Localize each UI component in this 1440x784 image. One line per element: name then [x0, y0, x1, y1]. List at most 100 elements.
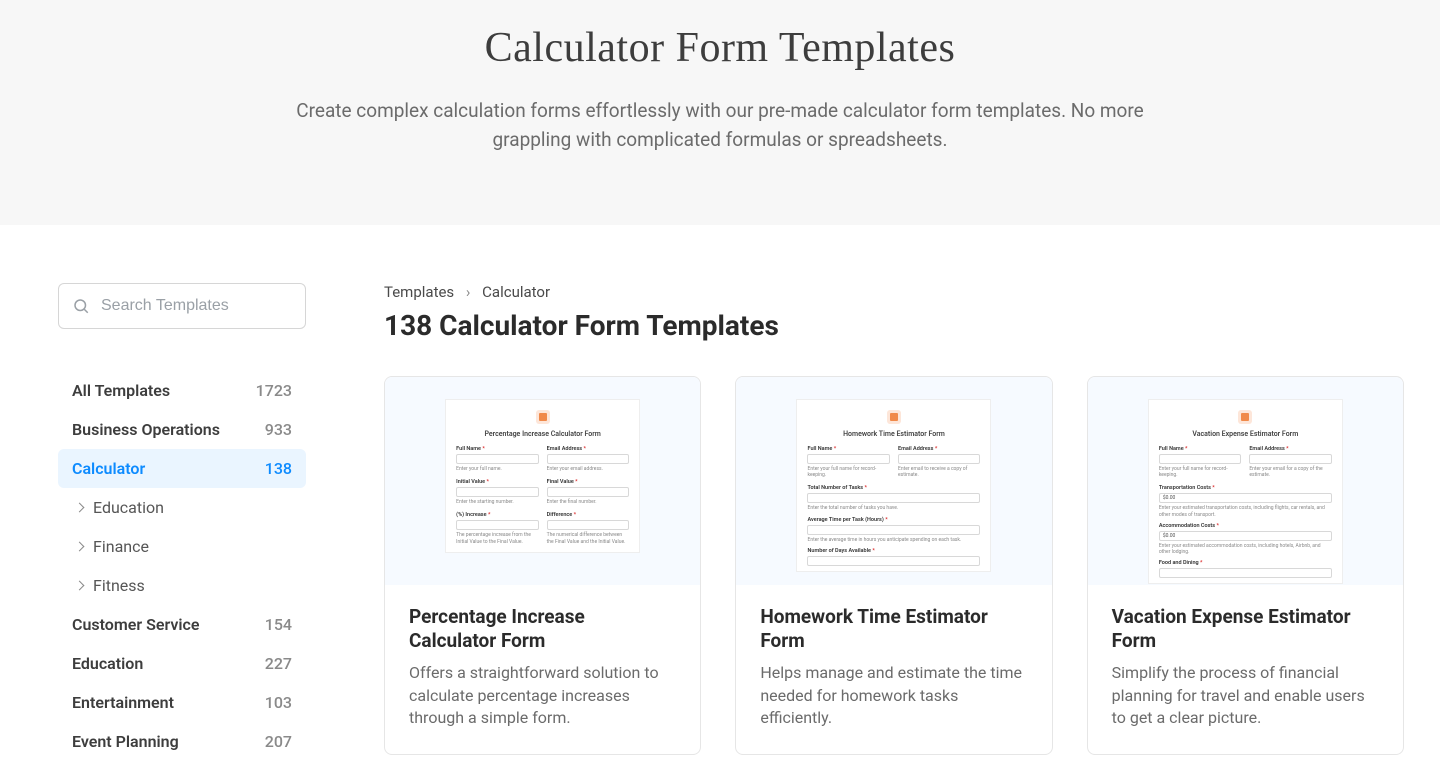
- miniform-title: Percentage Increase Calculator Form: [456, 430, 629, 438]
- sidebar-subitem-label: Education: [93, 498, 164, 517]
- miniform-hint: Enter the total number of tasks you have…: [807, 505, 980, 511]
- sidebar-item-calculator[interactable]: Calculator138: [58, 449, 306, 488]
- miniform-field: Average Time per Task (Hours) Enter the a…: [807, 517, 980, 543]
- sidebar-subitem-label: Finance: [93, 537, 149, 556]
- miniform-field: Email Address Enter your email address.: [547, 446, 630, 477]
- sidebar-item-count: 933: [265, 420, 292, 439]
- miniform-hint: Enter your email address.: [547, 466, 630, 472]
- miniform-hint: Enter the final number.: [547, 499, 630, 505]
- miniform-label: Average Time per Task (Hours): [807, 517, 980, 523]
- card-title: Homework Time Estimator Form: [760, 605, 1027, 653]
- breadcrumb-current: Calculator: [482, 283, 550, 301]
- miniform-input: [898, 454, 981, 464]
- miniform-row: (%) IncreaseThe percentage increase from…: [456, 512, 629, 550]
- breadcrumb: Templates › Calculator: [384, 283, 1404, 301]
- sidebar-item-education[interactable]: Education227: [58, 644, 306, 683]
- card-description: Offers a straightforward solution to cal…: [409, 662, 676, 729]
- sidebar-item-count: 103: [265, 693, 292, 712]
- miniform: Vacation Expense Estimator Form Full Name…: [1148, 399, 1343, 585]
- miniform-label: Final Value: [547, 479, 630, 485]
- category-list: All Templates1723 Business Operations 933 C…: [58, 371, 306, 761]
- miniform-label: Email Address: [898, 446, 981, 452]
- sidebar-item-count: 1723: [256, 381, 292, 400]
- miniform-field: Full Name Enter your full name for record…: [807, 446, 890, 484]
- miniform-label: Email Address: [547, 446, 630, 452]
- sidebar-item-customer-service[interactable]: Customer Service154: [58, 605, 306, 644]
- miniform-field: Accommodation Costs$0.00Enter your estim…: [1159, 523, 1332, 556]
- miniform: Homework Time Estimator Form Full Name Ent…: [796, 399, 991, 572]
- miniform-field: Email Address Enter your email for a copy…: [1249, 446, 1332, 484]
- miniform-input: [807, 493, 980, 503]
- card-preview: Percentage Increase Calculator Form Full …: [385, 377, 700, 585]
- miniform-input: $0.00: [1159, 493, 1332, 503]
- template-card[interactable]: Homework Time Estimator Form Full Name Ent…: [735, 376, 1052, 755]
- miniform-label: Email Address: [1249, 446, 1332, 452]
- card-description: Helps manage and estimate the time neede…: [760, 662, 1027, 729]
- calculator-icon: [887, 410, 901, 424]
- miniform-input: [547, 487, 630, 497]
- miniform-hint: Enter email to receive a copy of estimat…: [898, 466, 981, 479]
- miniform-input: [456, 487, 539, 497]
- chevron-right-icon: [75, 580, 85, 590]
- miniform-row: Initial ValueEnter the starting number.F…: [456, 479, 629, 510]
- miniform-label: Number of Days Available: [807, 548, 980, 554]
- miniform-field: (%) IncreaseThe percentage increase from…: [456, 512, 539, 550]
- miniform-label: Total Number of Tasks: [807, 485, 980, 491]
- miniform-input: [547, 454, 630, 464]
- sidebar-item-event-planning[interactable]: Event Planning207: [58, 722, 306, 761]
- miniform-field: Full NameEnter your full name.: [456, 446, 539, 477]
- miniform-hint: Enter your full name for record-keeping.: [807, 466, 890, 479]
- miniform-field: Total Number of Tasks Enter the total num…: [807, 485, 980, 511]
- miniform-hint: Enter your estimated transportation cost…: [1159, 505, 1332, 518]
- sidebar-item-business-operations[interactable]: Business Operations 933: [58, 410, 306, 449]
- miniform-title: Homework Time Estimator Form: [807, 430, 980, 438]
- miniform-field: Food and Dining: [1159, 560, 1332, 578]
- miniform-row: Full NameEnter your full name. Email Addr…: [456, 446, 629, 477]
- breadcrumb-root[interactable]: Templates: [384, 283, 454, 301]
- miniform-label: Difference: [547, 512, 630, 518]
- page-title: Calculator Form Templates: [40, 24, 1400, 72]
- miniform-input: [456, 520, 539, 530]
- miniform-hint: Enter your email for a copy of the estim…: [1249, 466, 1332, 479]
- miniform-field: Transportation Costs $0.00 Enter your esti…: [1159, 485, 1332, 518]
- miniform-hint: Enter your estimated accommodation costs…: [1159, 543, 1332, 556]
- sidebar-item-count: 138: [265, 459, 292, 478]
- card-preview: Vacation Expense Estimator Form Full Name…: [1088, 377, 1403, 585]
- miniform-input: [807, 525, 980, 535]
- miniform-label: Full Name: [1159, 446, 1242, 452]
- sidebar-subitem-finance[interactable]: Finance: [58, 527, 306, 566]
- template-card[interactable]: Vacation Expense Estimator Form Full Name…: [1087, 376, 1404, 755]
- miniform-hint: The percentage increase from the Initial…: [456, 532, 539, 545]
- sidebar-item-count: 154: [265, 615, 292, 634]
- card-body: Homework Time Estimator Form Helps manage…: [736, 585, 1051, 754]
- miniform-hint: Enter the average time in hours you anti…: [807, 537, 980, 543]
- miniform-input: [807, 454, 890, 464]
- miniform-field: Final Value Enter the final number.: [547, 479, 630, 510]
- miniform-hint: The numerical difference between the Fin…: [547, 532, 630, 545]
- search-input[interactable]: [58, 283, 306, 329]
- miniform-field: Email Address Enter email to receive a co…: [898, 446, 981, 484]
- miniform-field: Number of Days Available: [807, 548, 980, 566]
- miniform-input: [547, 520, 630, 530]
- sidebar-item-label: Business Operations: [72, 420, 220, 439]
- miniform-field: Difference The numerical difference betwe…: [547, 512, 630, 550]
- sidebar-subitem-fitness[interactable]: Fitness: [58, 566, 306, 605]
- template-card[interactable]: Percentage Increase Calculator Form Full …: [384, 376, 701, 755]
- sidebar-item-entertainment[interactable]: Entertainment103: [58, 683, 306, 722]
- sidebar-item-count: 227: [265, 654, 292, 673]
- miniform-title: Vacation Expense Estimator Form: [1159, 430, 1332, 438]
- page-subtitle: Create complex calculation forms effortl…: [260, 96, 1180, 155]
- miniform-label: Transportation Costs: [1159, 485, 1332, 491]
- card-body: Percentage Increase Calculator Form Offer…: [385, 585, 700, 754]
- card-title: Percentage Increase Calculator Form: [409, 605, 676, 653]
- chevron-right-icon: [75, 541, 85, 551]
- miniform-label: Full Name: [807, 446, 890, 452]
- calculator-icon: [1238, 410, 1252, 424]
- miniform-label: Initial Value: [456, 479, 539, 485]
- miniform-input: [1249, 454, 1332, 464]
- miniform-input: [1159, 568, 1332, 578]
- sidebar-subitem-education[interactable]: Education: [58, 488, 306, 527]
- sidebar-subitem-label: Fitness: [93, 576, 145, 595]
- sidebar-item-all-templates[interactable]: All Templates1723: [58, 371, 306, 410]
- miniform-field: Full NameEnter your full name for record…: [1159, 446, 1242, 484]
